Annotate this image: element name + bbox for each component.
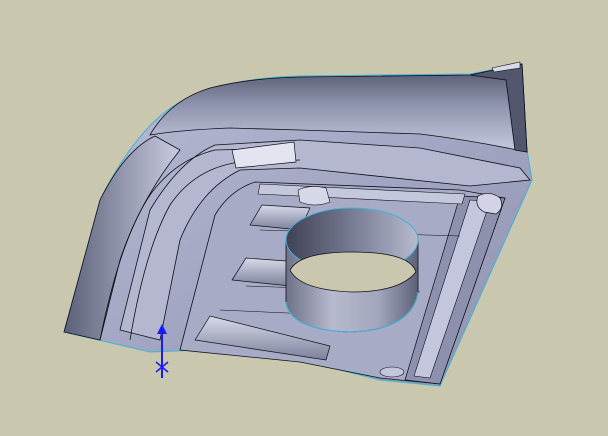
cylinder-boss[interactable]	[285, 207, 419, 333]
graphics-viewport[interactable]	[0, 0, 608, 436]
model-view[interactable]	[0, 0, 608, 436]
